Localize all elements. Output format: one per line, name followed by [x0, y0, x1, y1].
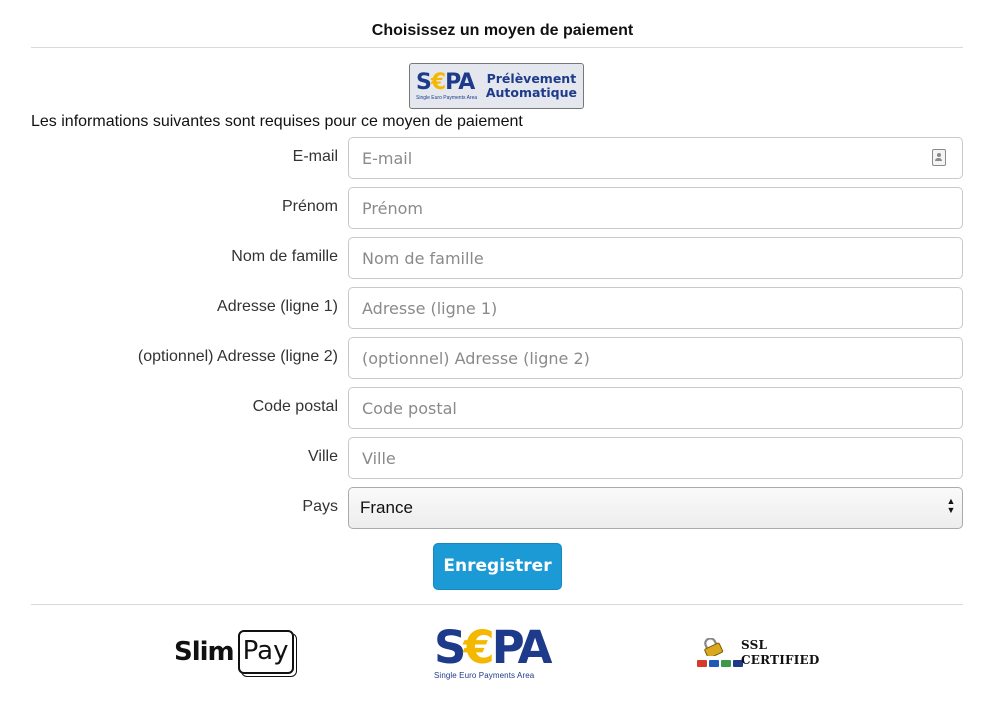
sepa-direct-debit-option[interactable]: S€PA Single Euro Payments Area Prélèveme…	[409, 63, 584, 109]
postal-code-label: Code postal	[252, 398, 338, 415]
last-name-row: Nom de famille	[0, 237, 1005, 279]
first-name-field[interactable]	[348, 187, 963, 229]
form-intro: Les informations suivantes sont requises…	[31, 113, 523, 130]
address-line1-label: Adresse (ligne 1)	[217, 298, 338, 315]
sepa-large-euro: €	[463, 621, 494, 674]
last-name-label: Nom de famille	[231, 248, 338, 265]
email-row: E-mail	[0, 137, 1005, 179]
slimpay-logo: Slim Pay	[174, 622, 294, 682]
ssl-badge-line1: SSL	[741, 638, 768, 652]
sepa-large-letter-s: S	[434, 621, 466, 674]
email-label: E-mail	[292, 148, 338, 165]
address-line2-row: (optionnel) Adresse (ligne 2)	[0, 337, 1005, 379]
city-row: Ville	[0, 437, 1005, 479]
sepa-logo-letter-s: S	[416, 69, 432, 95]
payment-method-line2: Automatique	[485, 85, 577, 100]
sepa-logo-euro: €	[430, 69, 446, 95]
ssl-badge-text: SSL CERTIFIED	[741, 638, 820, 668]
ssl-badge-line2: CERTIFIED	[741, 653, 820, 667]
country-select[interactable]: France ▲ ▼	[348, 487, 963, 529]
sepa-logo-small: S€PA Single Euro Payments Area	[416, 69, 482, 101]
sepa-logo-large: S€PA Single Euro Payments Area	[434, 625, 560, 680]
country-row: Pays France ▲ ▼	[0, 487, 1005, 529]
email-field[interactable]	[348, 137, 963, 179]
first-name-row: Prénom	[0, 187, 1005, 229]
address-line1-row: Adresse (ligne 1)	[0, 287, 1005, 329]
payment-method-line1: Prélèvement	[486, 71, 577, 86]
address-line2-label: (optionnel) Adresse (ligne 2)	[137, 348, 338, 365]
sepa-logo-subtitle: Single Euro Payments Area	[416, 94, 478, 101]
ssl-certified-badge: SSL CERTIFIED	[697, 636, 827, 672]
top-divider	[31, 47, 963, 48]
country-selected-value: France	[360, 498, 413, 517]
bottom-divider	[31, 604, 963, 605]
first-name-label: Prénom	[281, 198, 338, 215]
last-name-field[interactable]	[348, 237, 963, 279]
address-line1-field[interactable]	[348, 287, 963, 329]
city-label: Ville	[308, 448, 338, 465]
postal-code-field[interactable]	[348, 387, 963, 429]
card-brands-icon	[697, 660, 743, 667]
select-arrows-icon: ▲ ▼	[946, 496, 956, 515]
city-field[interactable]	[348, 437, 963, 479]
save-button[interactable]: Enregistrer	[433, 543, 562, 590]
sepa-logo-letters-pa: PA	[445, 69, 475, 95]
address-line2-field[interactable]	[348, 337, 963, 379]
contact-card-icon[interactable]	[932, 149, 946, 166]
sepa-large-letters-pa: PA	[491, 621, 553, 674]
slimpay-logo-pay: Pay	[237, 630, 294, 674]
payment-method-name: Prélèvement Automatique	[486, 72, 577, 100]
country-label: Pays	[302, 498, 338, 515]
page-title: Choisissez un moyen de paiement	[371, 22, 634, 39]
padlock-icon	[704, 638, 724, 656]
slimpay-logo-slim: Slim	[174, 637, 235, 667]
postal-code-row: Code postal	[0, 387, 1005, 429]
